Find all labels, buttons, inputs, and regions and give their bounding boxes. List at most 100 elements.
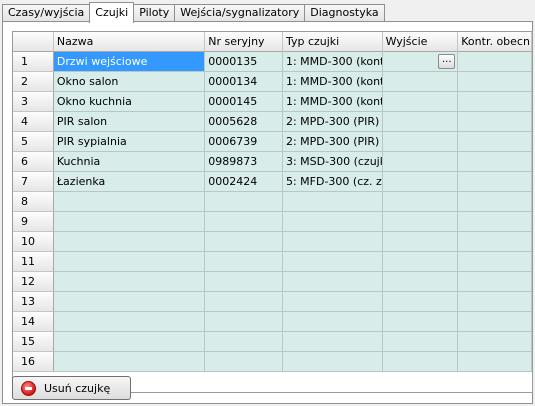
cell-name[interactable]: Drzwi wejściowe xyxy=(53,52,206,72)
row-number[interactable]: 9 xyxy=(13,212,54,232)
cell-name[interactable]: PIR salon xyxy=(53,112,206,132)
cell-output[interactable] xyxy=(382,172,459,192)
table-row[interactable]: 3Okno kuchnia00001451: MMD-300 (kontakt xyxy=(13,92,532,112)
table-row[interactable]: 13 xyxy=(13,292,532,312)
cell-output[interactable] xyxy=(382,312,459,332)
cell-type[interactable] xyxy=(282,192,383,212)
cell-type[interactable]: 5: MFD-300 (cz. zala xyxy=(282,172,383,192)
row-number[interactable]: 14 xyxy=(13,312,54,332)
cell-presence-control[interactable] xyxy=(458,252,532,272)
table-row[interactable]: 6Kuchnia09898733: MSD-300 (czujka d xyxy=(13,152,532,172)
cell-type[interactable]: 2: MPD-300 (PIR) xyxy=(282,112,383,132)
cell-name[interactable] xyxy=(53,252,206,272)
cell-name[interactable] xyxy=(53,232,206,252)
table-row[interactable]: 9 xyxy=(13,212,532,232)
cell-serial[interactable]: 0002424 xyxy=(205,172,283,192)
cell-output[interactable] xyxy=(382,112,459,132)
row-number[interactable]: 16 xyxy=(13,352,54,372)
cell-name[interactable]: Okno salon xyxy=(53,72,206,92)
cell-presence-control[interactable] xyxy=(458,232,532,252)
cell-name[interactable] xyxy=(53,312,206,332)
cell-name[interactable] xyxy=(53,332,206,352)
row-number[interactable]: 8 xyxy=(13,192,54,212)
cell-output[interactable] xyxy=(382,92,459,112)
cell-presence-control[interactable] xyxy=(458,352,532,372)
cell-serial[interactable] xyxy=(205,252,283,272)
row-number[interactable]: 15 xyxy=(13,332,54,352)
cell-presence-control[interactable] xyxy=(458,292,532,312)
cell-type[interactable]: 1: MMD-300 (kontakt xyxy=(282,92,383,112)
cell-serial[interactable]: 0000134 xyxy=(205,72,283,92)
cell-serial[interactable]: 0989873 xyxy=(205,152,283,172)
cell-type[interactable] xyxy=(282,292,383,312)
cell-name[interactable]: PIR sypialnia xyxy=(53,132,206,152)
cell-presence-control[interactable] xyxy=(458,312,532,332)
cell-output[interactable] xyxy=(382,232,459,252)
cell-name[interactable] xyxy=(53,352,206,372)
cell-type[interactable] xyxy=(282,332,383,352)
table-row[interactable]: 5 PIR sypialnia 0006739 2: MPD-300 (PIR) xyxy=(13,132,532,152)
cell-output[interactable] xyxy=(382,272,459,292)
cell-name[interactable] xyxy=(53,272,206,292)
cell-name[interactable] xyxy=(53,192,206,212)
tab-czujki[interactable]: Czujki xyxy=(89,2,135,23)
output-ellipsis-button[interactable]: ... xyxy=(438,54,456,69)
row-number[interactable]: 1 xyxy=(13,52,54,72)
cell-name[interactable]: Łazienka xyxy=(53,172,206,192)
cell-output[interactable]: ... xyxy=(382,52,459,72)
row-number[interactable]: 12 xyxy=(13,272,54,292)
cell-name[interactable] xyxy=(53,212,206,232)
tab-piloty[interactable]: Piloty xyxy=(133,4,176,22)
table-row[interactable]: 8 xyxy=(13,192,532,212)
tab-czasy-wyjscia[interactable]: Czasy/wyjścia xyxy=(2,4,91,22)
cell-presence-control[interactable] xyxy=(458,272,532,292)
table-row[interactable]: 10 xyxy=(13,232,532,252)
table-row[interactable]: 15 xyxy=(13,332,532,352)
cell-presence-control[interactable] xyxy=(458,172,532,192)
cell-presence-control[interactable] xyxy=(458,92,532,112)
cell-type[interactable]: 1: MMD-300 (kontakt xyxy=(282,52,383,72)
cell-presence-control[interactable] xyxy=(458,212,532,232)
row-number[interactable]: 4 xyxy=(13,112,54,132)
cell-presence-control[interactable] xyxy=(458,132,532,152)
cell-type[interactable] xyxy=(282,252,383,272)
cell-output[interactable] xyxy=(382,152,459,172)
remove-sensor-button[interactable]: Usuń czujkę xyxy=(12,376,131,400)
cell-type[interactable]: 3: MSD-300 (czujka d xyxy=(282,152,383,172)
cell-serial[interactable]: 0000135 xyxy=(205,52,283,72)
cell-name[interactable] xyxy=(53,292,206,312)
cell-output[interactable] xyxy=(382,292,459,312)
cell-presence-control[interactable] xyxy=(458,112,532,132)
cell-type[interactable] xyxy=(282,352,383,372)
column-header-nr-seryjny[interactable]: Nr seryjny xyxy=(205,32,283,52)
cell-presence-control[interactable] xyxy=(458,72,532,92)
cell-serial[interactable] xyxy=(205,212,283,232)
row-number[interactable]: 10 xyxy=(13,232,54,252)
cell-serial[interactable]: 0005628 xyxy=(205,112,283,132)
column-header-nazwa[interactable]: Nazwa xyxy=(53,32,206,52)
table-row[interactable]: 1Drzwi wejściowe00001351: MMD-300 (konta… xyxy=(13,52,532,72)
row-number[interactable]: 11 xyxy=(13,252,54,272)
cell-serial[interactable] xyxy=(205,332,283,352)
cell-name[interactable]: Kuchnia xyxy=(53,152,206,172)
cell-presence-control[interactable] xyxy=(458,192,532,212)
cell-serial[interactable] xyxy=(205,312,283,332)
cell-output[interactable] xyxy=(382,252,459,272)
cell-type[interactable]: 2: MPD-300 (PIR) xyxy=(282,132,383,152)
cell-serial[interactable] xyxy=(205,232,283,252)
cell-serial[interactable]: 0006739 xyxy=(205,132,283,152)
cell-serial[interactable] xyxy=(205,272,283,292)
cell-output[interactable] xyxy=(382,352,459,372)
cell-output[interactable] xyxy=(382,192,459,212)
cell-output[interactable] xyxy=(382,212,459,232)
cell-type[interactable] xyxy=(282,212,383,232)
cell-type[interactable] xyxy=(282,312,383,332)
row-number[interactable]: 13 xyxy=(13,292,54,312)
row-number[interactable]: 7 xyxy=(13,172,54,192)
cell-type[interactable] xyxy=(282,272,383,292)
cell-serial[interactable]: 0000145 xyxy=(205,92,283,112)
cell-output[interactable] xyxy=(382,132,459,152)
cell-serial[interactable] xyxy=(205,352,283,372)
cell-presence-control[interactable] xyxy=(458,332,532,352)
table-row[interactable]: 2Okno salon00001341: MMD-300 (kontakt xyxy=(13,72,532,92)
